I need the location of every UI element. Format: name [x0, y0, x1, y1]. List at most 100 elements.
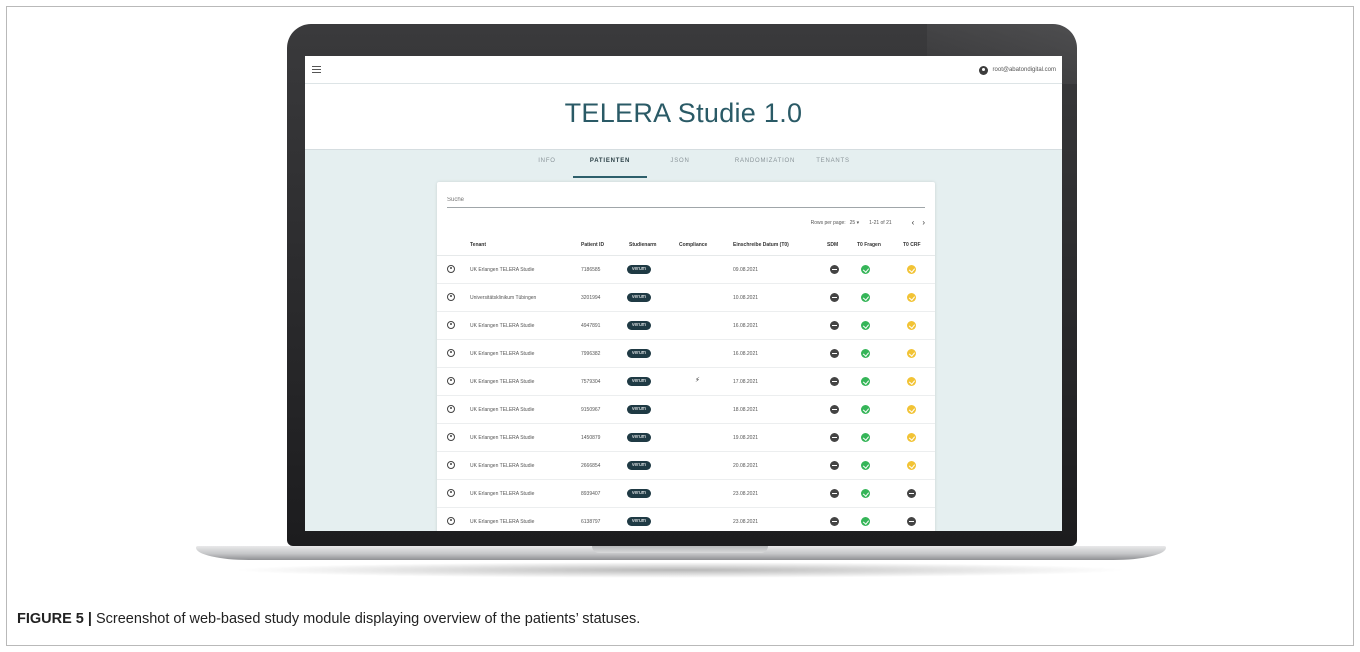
- column-header-tenant[interactable]: Tenant: [470, 242, 486, 248]
- patient-avatar-icon: [447, 489, 455, 497]
- rows-per-page-label: Rows per page:: [810, 220, 846, 226]
- table-row[interactable]: UK Erlangen TELERA Studie 1450879 verum 19.…: [437, 424, 935, 452]
- sdm-status-icon: [830, 321, 839, 330]
- table-row[interactable]: UK Erlangen TELERA Studie 9150967 verum 18.…: [437, 396, 935, 424]
- t0-crf-status-icon: [907, 517, 916, 526]
- tab-json[interactable]: JSON: [660, 158, 700, 172]
- search-underline: [447, 207, 925, 208]
- patient-avatar-icon: [447, 461, 455, 469]
- laptop-shadow: [230, 562, 1130, 578]
- sdm-status-icon: [830, 405, 839, 414]
- cell-tenant: Universitätsklinikum Tübingen: [470, 295, 537, 301]
- cell-enrollment-date: 23.08.2021: [733, 519, 759, 525]
- table-row[interactable]: UK Erlangen TELERA Studie 7996382 verum 16.…: [437, 340, 935, 368]
- studienarm-badge: verum: [627, 377, 651, 386]
- patient-avatar-icon: [447, 349, 455, 357]
- cell-enrollment-date: 16.08.2021: [733, 351, 759, 357]
- tab-patienten[interactable]: PATIENTEN: [573, 158, 647, 172]
- patient-avatar-icon: [447, 265, 455, 273]
- t0-crf-status-icon: [907, 405, 916, 414]
- column-header-t0-crf[interactable]: T0 CRF: [903, 242, 921, 248]
- search-input[interactable]: [447, 194, 925, 206]
- cell-patient-id: 9150967: [581, 407, 601, 413]
- table-row[interactable]: Universitätsklinikum Tübingen 3201994 veru…: [437, 284, 935, 312]
- studienarm-badge: verum: [627, 293, 651, 302]
- column-header-einschreibe-datum[interactable]: Einschreibe Datum (T0): [733, 242, 789, 248]
- cell-tenant: UK Erlangen TELERA Studie: [470, 323, 535, 329]
- cell-enrollment-date: 19.08.2021: [733, 435, 759, 441]
- t0-fragen-status-icon: [861, 517, 870, 526]
- studienarm-badge: verum: [627, 265, 651, 274]
- table-row[interactable]: UK Erlangen TELERA Studie 4947891 verum 16.…: [437, 312, 935, 340]
- tab-tenants[interactable]: TENANTS: [808, 158, 858, 172]
- column-header-sdm[interactable]: SDM: [827, 242, 838, 248]
- app-screen: root@abatondigital.com TELERA Studie 1.0…: [305, 56, 1062, 531]
- sdm-status-icon: [830, 293, 839, 302]
- t0-fragen-status-icon: [861, 293, 870, 302]
- t0-fragen-status-icon: [861, 461, 870, 470]
- cell-enrollment-date: 17.08.2021: [733, 379, 759, 385]
- tab-bar: INFO PATIENTEN JSON RANDOMIZATION TENANT…: [305, 150, 1062, 178]
- t0-fragen-status-icon: [861, 405, 870, 414]
- cell-enrollment-date: 10.08.2021: [733, 295, 759, 301]
- patient-avatar-icon: [447, 321, 455, 329]
- cell-patient-id: 7996382: [581, 351, 601, 357]
- tab-randomization[interactable]: RANDOMIZATION: [720, 158, 810, 172]
- t0-crf-status-icon: [907, 321, 916, 330]
- cell-tenant: UK Erlangen TELERA Studie: [470, 491, 535, 497]
- cell-enrollment-date: 09.08.2021: [733, 267, 759, 273]
- next-page-button[interactable]: ›: [922, 219, 925, 227]
- prev-page-button[interactable]: ‹: [912, 219, 915, 227]
- t0-crf-status-icon: [907, 293, 916, 302]
- study-header: TELERA Studie 1.0: [305, 84, 1062, 150]
- studienarm-badge: verum: [627, 461, 651, 470]
- table-row[interactable]: UK Erlangen TELERA Studie 7186585 verum 09.…: [437, 256, 935, 284]
- figure-caption: FIGURE 5 | Screenshot of web-based study…: [17, 611, 640, 627]
- page-range: 1-21 of 21: [869, 220, 892, 226]
- t0-fragen-status-icon: [861, 433, 870, 442]
- patient-avatar-icon: [447, 293, 455, 301]
- cell-enrollment-date: 16.08.2021: [733, 323, 759, 329]
- pagination: Rows per page: 25 ▾ 1-21 of 21 ‹ ›: [811, 218, 925, 228]
- cell-patient-id: 4947891: [581, 323, 601, 329]
- patient-avatar-icon: [447, 377, 455, 385]
- t0-fragen-status-icon: [861, 265, 870, 274]
- account-menu[interactable]: root@abatondigital.com: [978, 64, 1056, 76]
- sdm-status-icon: [830, 265, 839, 274]
- cell-patient-id: 8939407: [581, 491, 601, 497]
- column-header-t0-fragen[interactable]: T0 Fragen: [857, 242, 881, 248]
- tab-info[interactable]: INFO: [527, 158, 567, 172]
- cell-patient-id: 1450879: [581, 435, 601, 441]
- t0-crf-status-icon: [907, 461, 916, 470]
- column-header-compliance[interactable]: Compliance: [679, 242, 707, 248]
- studienarm-badge: verum: [627, 349, 651, 358]
- top-app-bar: root@abatondigital.com: [305, 56, 1062, 84]
- t0-fragen-status-icon: [861, 377, 870, 386]
- cell-tenant: UK Erlangen TELERA Studie: [470, 267, 535, 273]
- cell-tenant: UK Erlangen TELERA Studie: [470, 519, 535, 525]
- table-row[interactable]: UK Erlangen TELERA Studie 6138797 verum 23.…: [437, 508, 935, 531]
- column-header-patient-id[interactable]: Patient ID: [581, 242, 604, 248]
- cell-tenant: UK Erlangen TELERA Studie: [470, 351, 535, 357]
- sdm-status-icon: [830, 489, 839, 498]
- table-row[interactable]: UK Erlangen TELERA Studie 2666854 verum 20.…: [437, 452, 935, 480]
- sdm-status-icon: [830, 461, 839, 470]
- sdm-status-icon: [830, 349, 839, 358]
- table-row[interactable]: UK Erlangen TELERA Studie 8939407 verum 23.…: [437, 480, 935, 508]
- sdm-status-icon: [830, 377, 839, 386]
- studienarm-badge: verum: [627, 321, 651, 330]
- column-header-studienarm[interactable]: Studienarm: [629, 242, 657, 248]
- t0-fragen-status-icon: [861, 321, 870, 330]
- t0-crf-status-icon: [907, 433, 916, 442]
- studienarm-badge: verum: [627, 433, 651, 442]
- hamburger-menu-icon[interactable]: [312, 66, 321, 73]
- t0-crf-status-icon: [907, 377, 916, 386]
- sdm-status-icon: [830, 433, 839, 442]
- compliance-lightning-icon: ⚡: [695, 377, 700, 384]
- cell-tenant: UK Erlangen TELERA Studie: [470, 435, 535, 441]
- rows-per-page-select[interactable]: 25 ▾: [850, 220, 859, 226]
- table-row[interactable]: UK Erlangen TELERA Studie 7579304 verum ⚡ 17…: [437, 368, 935, 396]
- active-tab-indicator: [573, 176, 647, 178]
- cell-patient-id: 2666854: [581, 463, 601, 469]
- patient-avatar-icon: [447, 433, 455, 441]
